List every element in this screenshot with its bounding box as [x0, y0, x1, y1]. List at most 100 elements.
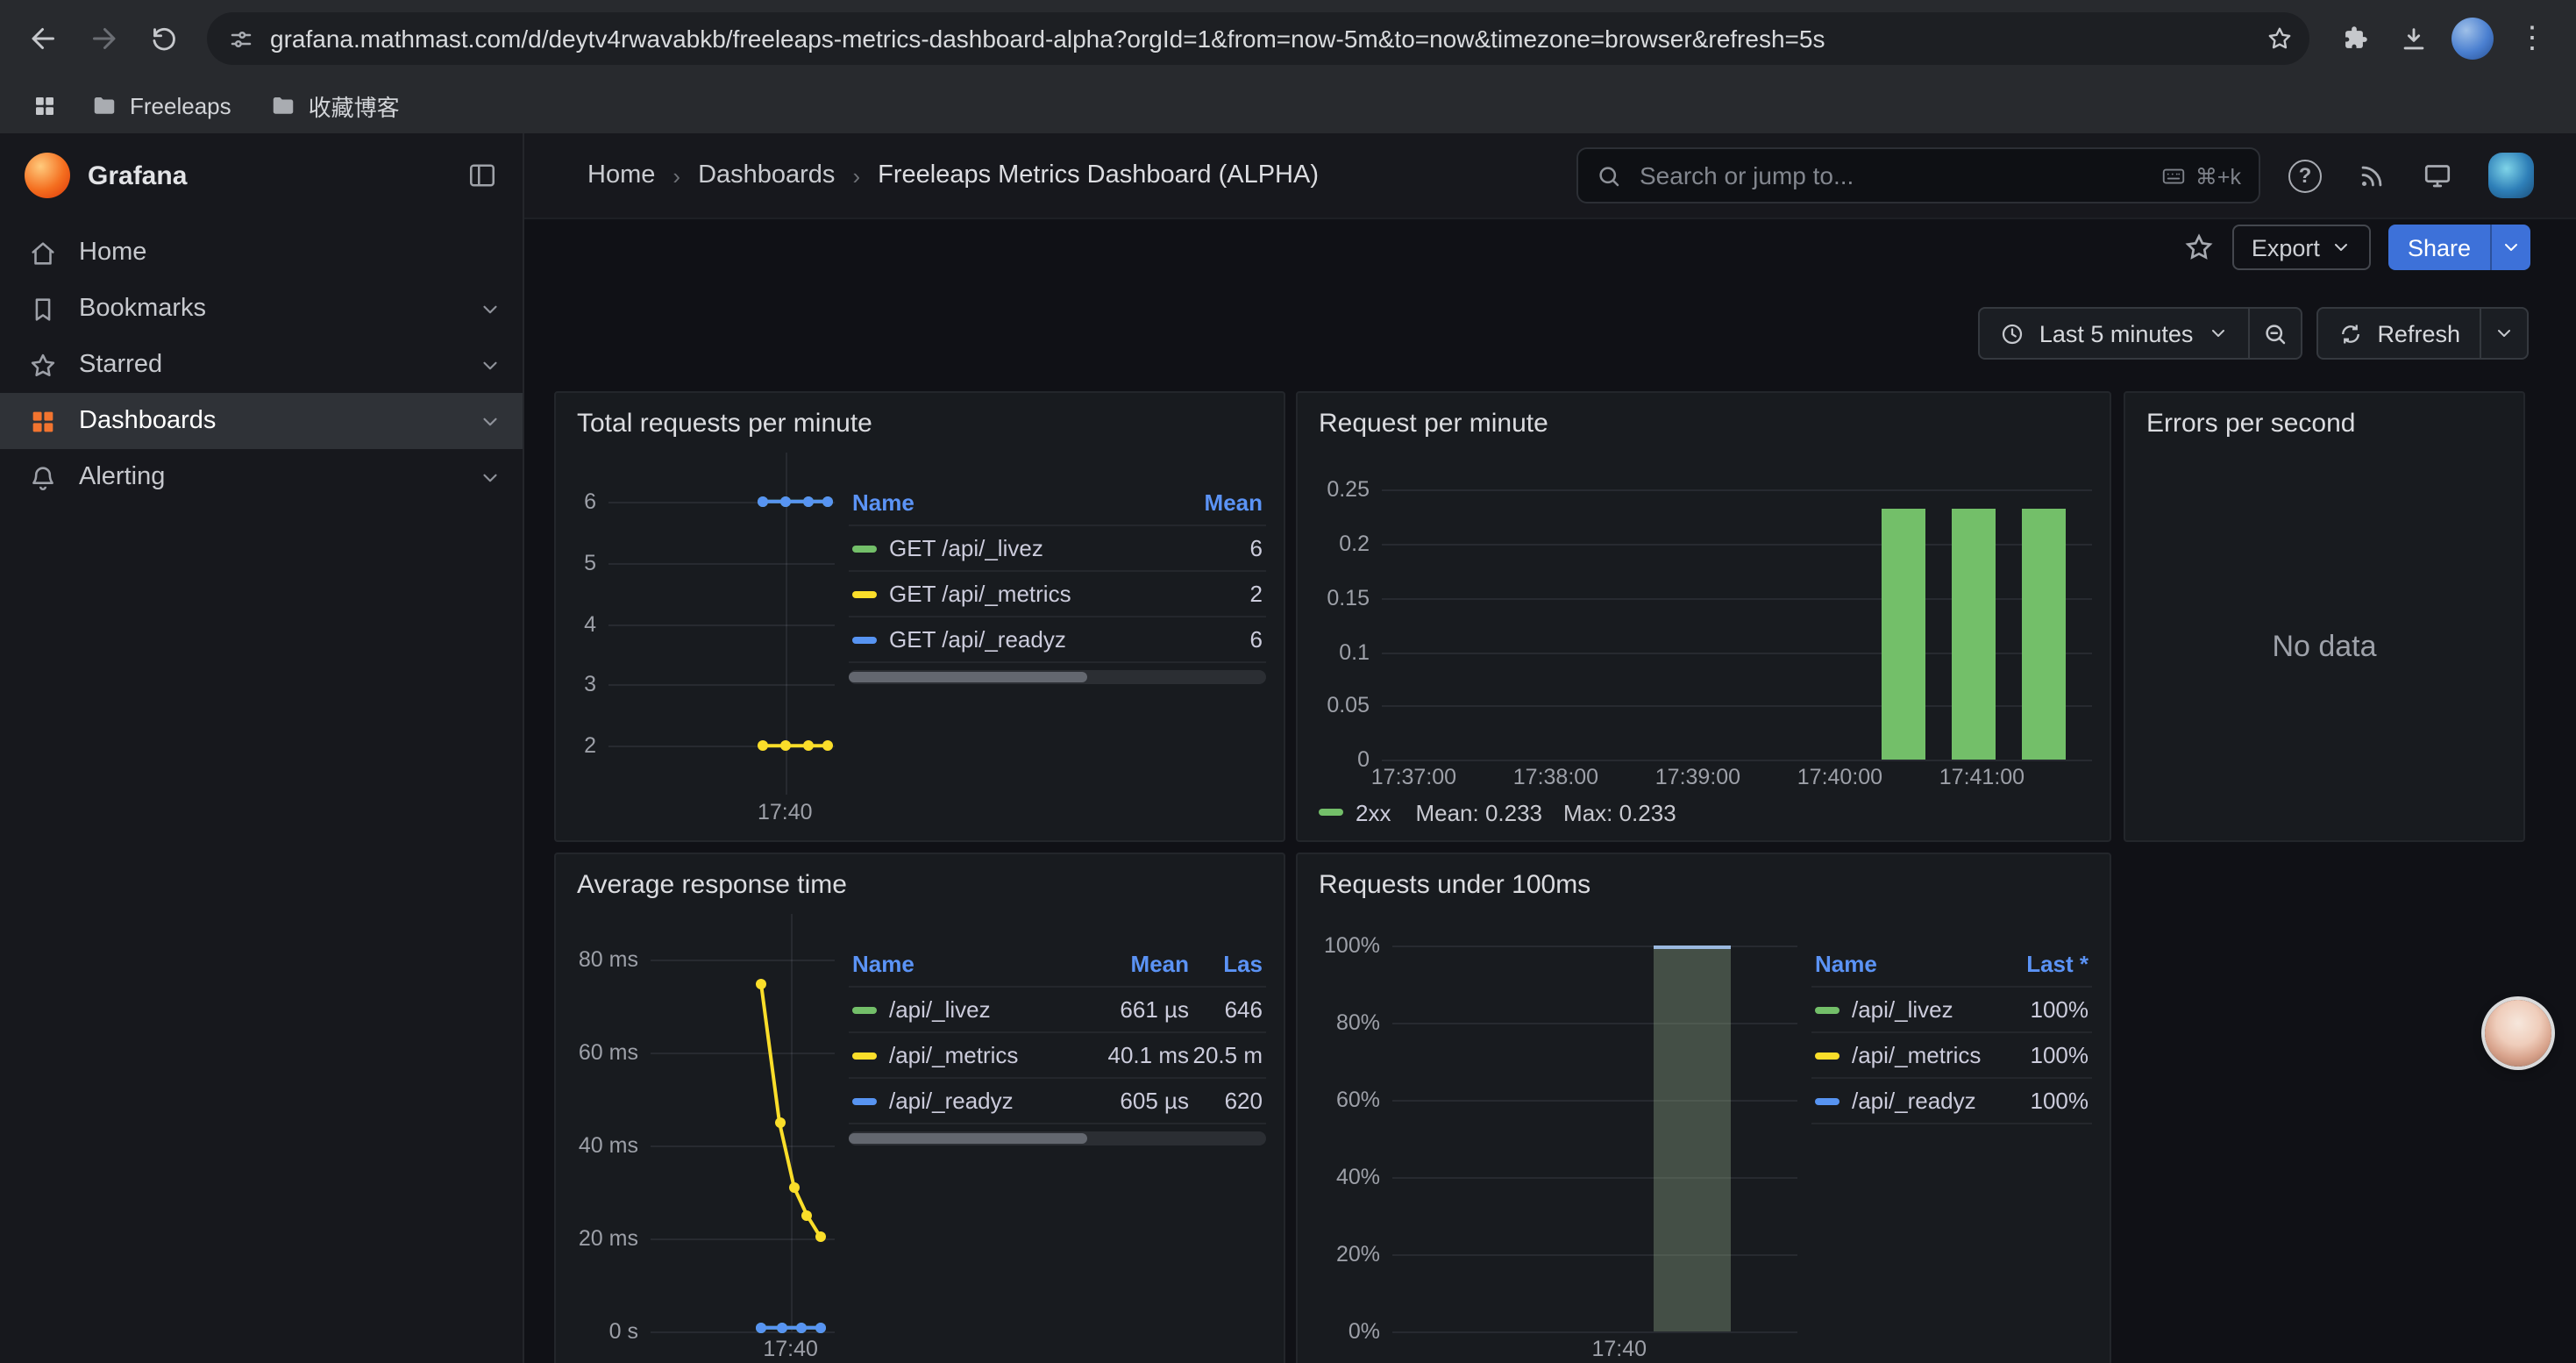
breadcrumb-dashboards[interactable]: Dashboards: [698, 161, 835, 189]
breadcrumb-home[interactable]: Home: [587, 161, 655, 189]
legend-row[interactable]: GET /api/_metrics2: [849, 572, 1266, 617]
legend-header[interactable]: Las: [1189, 951, 1263, 977]
sidebar-item-home[interactable]: Home: [0, 225, 523, 281]
legend-row[interactable]: /api/_readyz 100%: [1811, 1079, 2092, 1124]
chevron-down-icon[interactable]: [479, 353, 502, 376]
profile-avatar[interactable]: [2443, 9, 2502, 68]
chevron-down-icon[interactable]: [479, 297, 502, 320]
help-icon[interactable]: ?: [2288, 159, 2322, 192]
search-box[interactable]: ⌘+k: [1576, 147, 2260, 203]
data-point: [774, 1117, 785, 1128]
share-dropdown-button[interactable]: [2490, 225, 2530, 270]
sidebar-item-starred[interactable]: Starred: [0, 337, 523, 393]
downloads-icon[interactable]: [2383, 9, 2443, 68]
bookmarks-bar: Freeleaps 收藏博客: [0, 77, 2576, 133]
dock-sidebar-icon[interactable]: [466, 160, 498, 191]
x-axis-tick-label: 17:40:00: [1797, 765, 1882, 789]
y-axis-tick-label: 40%: [1336, 1165, 1380, 1189]
sidebar-item-label: Dashboards: [79, 407, 216, 435]
apps-grid-icon[interactable]: [21, 82, 67, 128]
sidebar-item-label: Starred: [79, 351, 162, 379]
kiosk-monitor-icon[interactable]: [2422, 160, 2453, 191]
legend-scrollbar[interactable]: [849, 1131, 1266, 1145]
legend-header[interactable]: Name: [852, 951, 1087, 977]
news-rss-icon[interactable]: [2357, 161, 2387, 190]
share-button[interactable]: Share: [2388, 225, 2490, 270]
forward-button[interactable]: [74, 9, 133, 68]
data-point: [779, 496, 790, 507]
browser-toolbar: grafana.mathmast.com/d/deytv4rwavabkb/fr…: [0, 0, 2576, 77]
user-avatar[interactable]: [2488, 153, 2534, 198]
bookmark-folder-freeleaps[interactable]: Freeleaps: [77, 85, 246, 125]
panel-title[interactable]: Requests under 100ms: [1298, 854, 2110, 914]
panel-title[interactable]: Request per minute: [1298, 393, 2110, 453]
chevron-down-icon: [2501, 237, 2522, 258]
legend-value: 40.1 ms: [1087, 1042, 1189, 1068]
legend-header[interactable]: Last *: [2004, 951, 2089, 977]
sidebar-item-alerting[interactable]: Alerting: [0, 449, 523, 505]
legend-row[interactable]: GET /api/_livez6: [849, 526, 1266, 572]
sidebar-item-bookmarks[interactable]: Bookmarks: [0, 281, 523, 337]
series-name[interactable]: /api/_livez: [1852, 996, 1953, 1023]
panel-title[interactable]: Errors per second: [2125, 393, 2523, 453]
refresh-interval-dropdown[interactable]: [2480, 309, 2527, 358]
reload-button[interactable]: [133, 9, 193, 68]
legend-row[interactable]: GET /api/_readyz6: [849, 617, 1266, 663]
series-name[interactable]: /api/_readyz: [889, 1088, 1014, 1114]
refresh-icon: [2337, 320, 2363, 346]
legend-series-name[interactable]: 2xx: [1356, 799, 1391, 825]
assistant-avatar[interactable]: [2485, 1000, 2551, 1067]
site-info-icon[interactable]: [228, 25, 254, 52]
legend-header[interactable]: Mean: [1185, 489, 1263, 516]
series-name[interactable]: /api/_readyz: [1852, 1088, 1976, 1114]
export-button[interactable]: Export: [2232, 225, 2371, 270]
series-name[interactable]: GET /api/_livez: [889, 535, 1043, 561]
grafana-logo[interactable]: [25, 153, 70, 198]
sidebar-item-dashboards[interactable]: Dashboards: [0, 393, 523, 449]
panel-title[interactable]: Total requests per minute: [556, 393, 1284, 453]
bell-icon: [28, 462, 58, 492]
clock-icon: [1999, 320, 2025, 346]
url-bar[interactable]: grafana.mathmast.com/d/deytv4rwavabkb/fr…: [207, 12, 2309, 65]
legend-header[interactable]: Mean: [1087, 951, 1189, 977]
search-shortcut: ⌘+k: [2160, 162, 2241, 189]
y-axis: 65432: [577, 453, 608, 795]
legend-row[interactable]: /api/_readyz605 µs620: [849, 1079, 1266, 1124]
legend-row[interactable]: /api/_metrics40.1 ms20.5 m: [849, 1033, 1266, 1079]
scrollbar-thumb[interactable]: [849, 1133, 1086, 1144]
legend-name-cell: /api/_metrics: [852, 1042, 1087, 1068]
legend-value: 620: [1189, 1088, 1263, 1114]
h-gridline: [1392, 1177, 1797, 1179]
favorite-star-icon[interactable]: [2183, 232, 2215, 263]
back-button[interactable]: [14, 9, 74, 68]
url-text[interactable]: grafana.mathmast.com/d/deytv4rwavabkb/fr…: [270, 25, 2257, 53]
scrollbar-thumb[interactable]: [849, 672, 1086, 682]
chevron-down-icon[interactable]: [479, 410, 502, 432]
legend-scrollbar[interactable]: [849, 670, 1266, 684]
panel-title[interactable]: Average response time: [556, 854, 1284, 914]
zoom-out-button[interactable]: [2247, 309, 2300, 358]
y-axis-tick-label: 0 s: [609, 1319, 638, 1344]
legend-row[interactable]: /api/_livez100%: [1811, 988, 2092, 1033]
y-axis-tick-label: 60 ms: [579, 1041, 638, 1066]
series-name[interactable]: /api/_livez: [889, 996, 991, 1023]
refresh-button[interactable]: Refresh: [2317, 309, 2480, 358]
series-name[interactable]: GET /api/_metrics: [889, 581, 1071, 607]
legend-row[interactable]: /api/_livez661 µs646: [849, 988, 1266, 1033]
legend-header[interactable]: Name: [852, 489, 1185, 516]
legend-header[interactable]: Name: [1815, 951, 2004, 977]
legend-value: 100%: [2004, 1088, 2089, 1114]
series-color-icon: [1815, 1097, 1839, 1104]
series-name[interactable]: /api/_metrics: [1852, 1042, 1981, 1068]
bookmark-star-icon[interactable]: [2257, 16, 2302, 61]
series-name[interactable]: GET /api/_readyz: [889, 626, 1066, 653]
time-range-picker[interactable]: Last 5 minutes: [1980, 309, 2248, 358]
chevron-down-icon[interactable]: [479, 466, 502, 489]
search-input[interactable]: [1636, 160, 2146, 191]
y-axis: 0.250.20.150.10.050: [1319, 453, 1382, 760]
extensions-icon[interactable]: [2323, 9, 2383, 68]
bookmark-folder-blogs[interactable]: 收藏博客: [256, 82, 414, 129]
browser-menu-icon[interactable]: ⋮: [2502, 9, 2562, 68]
series-name[interactable]: /api/_metrics: [889, 1042, 1018, 1068]
legend-row[interactable]: /api/_metrics100%: [1811, 1033, 2092, 1079]
